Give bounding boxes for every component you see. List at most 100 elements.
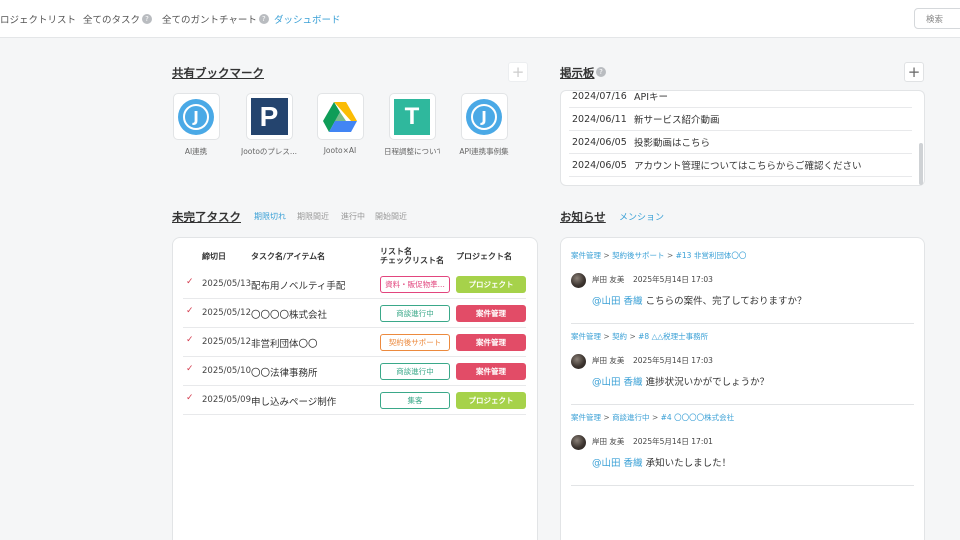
project-tag[interactable]: 案件管理 [456,334,526,351]
task-row[interactable]: ✓ 2025/05/09 申し込みページ制作 集客 プロジェクト [183,386,526,415]
bookmark-tile[interactable]: J [172,93,220,140]
nav-label: ロジェクトリスト [0,15,77,26]
nav-all-gantt[interactable]: 全てのガントチャート? [162,12,269,26]
check-icon[interactable]: ✓ [186,393,194,403]
notice-item[interactable]: 案件管理 > 契約後サポート > #13 非営利団体〇〇 岸田 友美 2025年5月… [571,244,914,324]
search-input[interactable]: 検索 [914,8,960,29]
task-due-date: 2025/05/09 [202,395,251,405]
crumb-separator: > [601,413,613,422]
bookmark-item[interactable]: Jooto×AI [312,93,368,155]
help-icon[interactable]: ? [258,14,269,24]
nav-project-list[interactable]: ロジェクトリスト [0,12,76,26]
bookmark-item[interactable]: P Jootoのプレス... [241,93,297,157]
nav-label: ダッシュボード [274,15,341,26]
board-title-label: 掲示板 [560,66,595,80]
project-tag[interactable]: プロジェクト [456,276,526,293]
board-row[interactable]: 2024/06/05 投影動画はこちら [569,131,912,154]
crumb-list[interactable]: 商談進行中 [612,413,650,422]
top-nav: ロジェクトリスト 全てのタスク? 全てのガントチャート? ダッシュボード 検索 [0,0,960,38]
help-icon[interactable]: ? [596,67,606,77]
notice-author: 岸田 友美 [592,437,625,446]
mention-link[interactable]: @山田 香織 [592,296,643,307]
crumb-task[interactable]: #13 非営利団体〇〇 [676,251,747,260]
check-icon[interactable]: ✓ [186,306,194,316]
bookmark-label: AI連携 [184,147,208,156]
bookmark-tile[interactable]: P [245,93,293,140]
project-tag[interactable]: プロジェクト [456,392,526,409]
notice-breadcrumb[interactable]: 案件管理 > 商談進行中 > #4 〇〇〇〇株式会社 [571,412,734,423]
crumb-list[interactable]: 契約 [612,332,627,341]
board-date: 2024/06/05 [572,159,627,171]
avatar [571,273,586,288]
project-tag[interactable]: 案件管理 [456,363,526,380]
add-post-button[interactable]: + [904,62,924,82]
notice-text: 進捗状況いかがでしょうか？ [645,377,770,388]
crumb-list[interactable]: 契約後サポート [612,251,665,260]
project-tag[interactable]: 案件管理 [456,305,526,322]
list-tag[interactable]: 契約後サポート [380,334,450,351]
bookmark-item[interactable]: T 日程調整について [384,93,440,157]
crumb-separator: > [664,251,676,260]
crumb-separator: > [649,413,661,422]
crumb-project[interactable]: 案件管理 [571,413,601,422]
check-icon[interactable]: ✓ [186,364,194,374]
task-row[interactable]: ✓ 2025/05/12 非営利団体〇〇 契約後サポート 案件管理 [183,328,526,357]
board-row[interactable]: 2024/06/05 アカウント管理についてはこちらからご確認ください [569,154,912,177]
list-tag[interactable]: 商談進行中 [380,305,450,322]
board-text: APIキー [634,92,669,103]
crumb-task[interactable]: #4 〇〇〇〇株式会社 [661,413,734,422]
task-name[interactable]: 申し込みページ制作 [251,394,336,408]
tab-overdue[interactable]: 期限切れ [254,211,286,222]
notice-item[interactable]: 案件管理 > 商談進行中 > #4 〇〇〇〇株式会社 岸田 友美 2025年5月14… [571,406,914,486]
crumb-task[interactable]: #8 △△税理士事務所 [638,332,708,341]
task-row[interactable]: ✓ 2025/05/10 〇〇法律事務所 商談進行中 案件管理 [183,357,526,386]
board-row[interactable]: 2024/06/11 新サービス紹介動画 [569,108,912,131]
task-name[interactable]: 配布用ノベルティ手配 [251,278,345,292]
board-row[interactable]: 2024/07/16 APIキー [569,91,912,108]
check-icon[interactable]: ✓ [186,335,194,345]
list-tag[interactable]: 商談進行中 [380,363,450,380]
task-row[interactable]: ✓ 2025/05/12 〇〇〇〇株式会社 商談進行中 案件管理 [183,299,526,328]
add-bookmark-button[interactable]: + [508,62,528,82]
board-panel: 2024/07/16 APIキー 2024/06/11 新サービス紹介動画 2024… [560,90,925,186]
plus-icon: + [511,62,525,81]
p-logo-icon: P [250,98,288,135]
avatar [571,354,586,369]
task-name[interactable]: 非営利団体〇〇 [251,336,318,350]
bookmark-item[interactable]: J AI連携 [168,93,224,157]
notice-item[interactable]: 案件管理 > 契約 > #8 △△税理士事務所 岸田 友美 2025年5月14日 1… [571,325,914,405]
bookmark-item[interactable]: J API連携事例集 [456,93,512,157]
nav-all-tasks[interactable]: 全てのタスク? [83,12,153,26]
task-name[interactable]: 〇〇法律事務所 [251,365,318,379]
list-tag[interactable]: 集客 [380,392,450,409]
crumb-project[interactable]: 案件管理 [571,251,601,260]
nav-dashboard[interactable]: ダッシュボード [274,12,341,26]
task-due-date: 2025/05/13 [202,279,251,289]
tab-starting-soon[interactable]: 開始間近 [375,211,407,222]
notice-breadcrumb[interactable]: 案件管理 > 契約 > #8 △△税理士事務所 [571,331,708,342]
board-scrollbar[interactable] [919,143,923,185]
col-header-due: 締切日 [202,252,226,261]
mention-link[interactable]: @山田 香織 [592,377,643,388]
bookmark-tile[interactable] [316,93,364,140]
col-header-project: プロジェクト名 [456,252,512,261]
bookmark-tile[interactable]: J [460,93,508,140]
help-icon[interactable]: ? [142,14,153,24]
task-name[interactable]: 〇〇〇〇株式会社 [251,307,327,321]
bookmark-label: 日程調整について [384,147,440,156]
bookmark-label: API連携事例集 [459,147,509,156]
mention-link[interactable]: @山田 香織 [592,458,643,469]
bookmark-tile[interactable]: T [388,93,436,140]
task-row[interactable]: ✓ 2025/05/13 配布用ノベルティ手配 資料・販促物準... プロジェクト [183,270,526,299]
crumb-project[interactable]: 案件管理 [571,332,601,341]
crumb-separator: > [627,332,639,341]
tab-in-progress[interactable]: 進行中 [341,211,365,222]
tab-due-soon[interactable]: 期限間近 [297,211,329,222]
notice-breadcrumb[interactable]: 案件管理 > 契約後サポート > #13 非営利団体〇〇 [571,250,746,261]
notice-message: @山田 香織 承知いたしました！ [592,455,731,469]
search-label: 検索 [926,15,944,25]
tab-mention[interactable]: メンション [619,210,664,223]
list-tag[interactable]: 資料・販促物準... [380,276,450,293]
notice-text: 承知いたしました！ [645,458,732,469]
check-icon[interactable]: ✓ [186,277,194,287]
